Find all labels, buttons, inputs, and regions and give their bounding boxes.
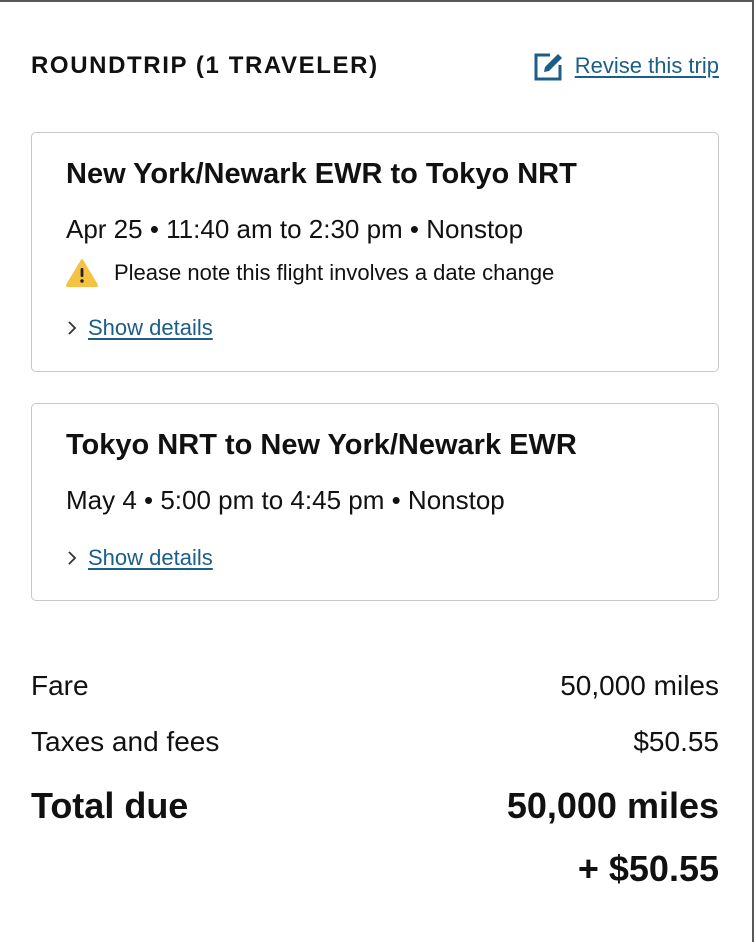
flight-card-return: Tokyo NRT to New York/Newark EWR May 4 •…: [31, 403, 719, 601]
fare-label: Fare: [31, 670, 89, 701]
show-details-label[interactable]: Show details: [88, 315, 213, 341]
taxes-label: Taxes and fees: [31, 726, 220, 757]
show-details-link-return[interactable]: Show details: [66, 545, 213, 571]
taxes-row: Taxes and fees $50.55: [31, 726, 719, 758]
flight-route: New York/Newark EWR to Tokyo NRT: [66, 158, 577, 190]
show-details-link-outbound[interactable]: Show details: [66, 315, 213, 341]
total-row: Total due 50,000 miles: [31, 785, 719, 827]
warning-icon: [66, 259, 98, 287]
date-change-text: Please note this flight involves a date …: [114, 260, 555, 285]
taxes-value: $50.55: [633, 726, 719, 757]
date-change-notice: Please note this flight involves a date …: [66, 259, 554, 287]
edit-icon: [533, 50, 565, 82]
flight-schedule: Apr 25 • 11:40 am to 2:30 pm • Nonstop: [66, 214, 524, 244]
flight-card-outbound: New York/Newark EWR to Tokyo NRT Apr 25 …: [31, 132, 719, 372]
show-details-label[interactable]: Show details: [88, 545, 213, 571]
flight-schedule: May 4 • 5:00 pm to 4:45 pm • Nonstop: [66, 485, 505, 515]
fare-value: 50,000 miles: [560, 670, 719, 701]
trip-type-title: ROUNDTRIP (1 TRAVELER): [31, 52, 379, 79]
total-cash: + $50.55: [577, 848, 719, 889]
flight-route: Tokyo NRT to New York/Newark EWR: [66, 429, 577, 461]
total-miles: 50,000 miles: [506, 785, 719, 826]
chevron-right-icon: [66, 550, 78, 566]
chevron-right-icon: [66, 320, 78, 336]
trip-header: ROUNDTRIP (1 TRAVELER) Revise this trip: [31, 50, 719, 90]
revise-trip-label[interactable]: Revise this trip: [575, 53, 719, 79]
total-label: Total due: [31, 785, 189, 826]
fare-row: Fare 50,000 miles: [31, 670, 719, 702]
revise-trip-link[interactable]: Revise this trip: [533, 50, 719, 82]
